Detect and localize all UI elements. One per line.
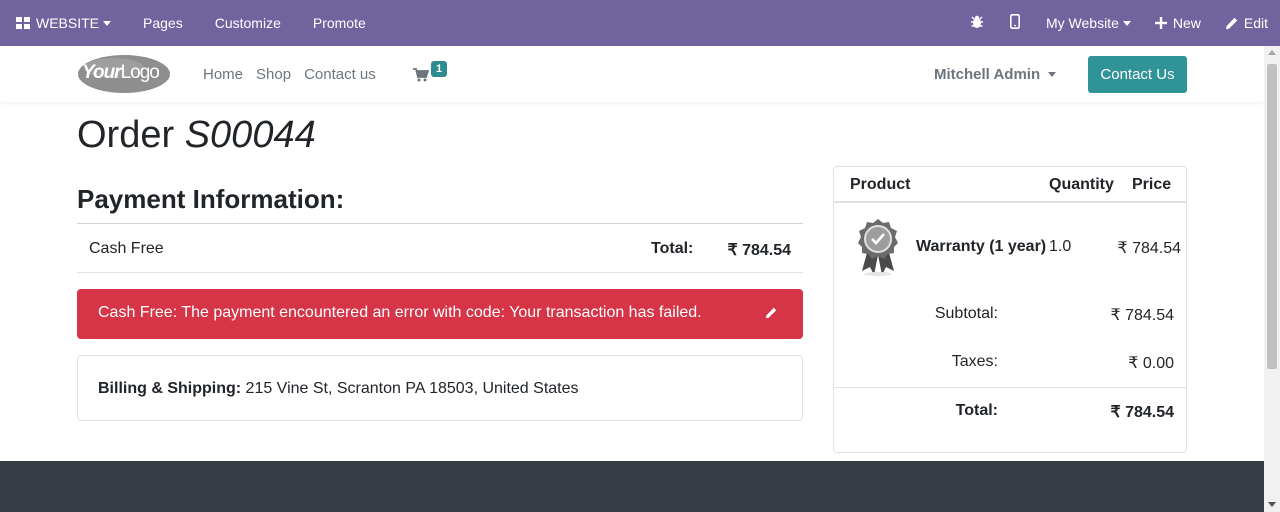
- logo-text-logo: Logo: [120, 62, 160, 83]
- mobile-phone-icon: [1009, 14, 1020, 32]
- chevron-down-icon: [103, 20, 112, 26]
- plus-icon: [1154, 17, 1167, 29]
- pages-label: Pages: [143, 15, 183, 31]
- column-product: Product: [850, 176, 911, 193]
- nav-contact-us[interactable]: Contact us: [304, 66, 376, 83]
- payment-information-heading: Payment Information:: [77, 184, 345, 214]
- contact-us-button[interactable]: Contact Us: [1088, 56, 1187, 93]
- apps-grid-icon: [16, 17, 30, 29]
- user-name: Mitchell Admin: [934, 65, 1041, 83]
- cart-link[interactable]: 1: [413, 61, 453, 90]
- total-row: Total: ₹ 784.54: [834, 396, 1186, 426]
- site-footer: [0, 461, 1264, 512]
- scroll-down-arrow-icon[interactable]: [1268, 502, 1276, 507]
- promote-label: Promote: [312, 15, 366, 31]
- payment-provider: Cash Free: [89, 240, 164, 257]
- page-scrollbar[interactable]: [1264, 46, 1280, 512]
- debug-button[interactable]: [958, 0, 996, 46]
- order-number: S00044: [184, 114, 316, 156]
- page-title: Order S00044: [77, 112, 316, 158]
- subtotal-value: ₹ 784.54: [1110, 307, 1174, 324]
- nav-shop[interactable]: Shop: [256, 66, 291, 83]
- total-value: ₹ 784.54: [1110, 404, 1174, 421]
- subtotal-row: Subtotal: ₹ 784.54: [834, 299, 1186, 329]
- pencil-icon[interactable]: [765, 306, 777, 324]
- total-label: Total:: [955, 402, 998, 419]
- billing-shipping-card: Billing & Shipping: 215 Vine St, Scranto…: [77, 355, 803, 421]
- promote-menu[interactable]: Promote: [297, 0, 382, 46]
- user-menu[interactable]: Mitchell Admin: [934, 46, 1057, 102]
- main-nav: Home Shop Contact us: [203, 46, 389, 102]
- chevron-down-icon: [1122, 20, 1131, 26]
- website-menu-label: WEBSITE: [36, 15, 100, 31]
- bug-icon: [970, 15, 984, 32]
- payment-error-alert: Cash Free: The payment encountered an er…: [77, 289, 803, 339]
- column-price: Price: [1132, 176, 1172, 193]
- website-menu[interactable]: WEBSITE: [0, 0, 127, 46]
- subtotal-label: Subtotal:: [934, 305, 998, 322]
- customize-menu[interactable]: Customize: [199, 0, 297, 46]
- payment-error-message: Cash Free: The payment encountered an er…: [98, 304, 702, 321]
- warranty-badge-icon: [854, 217, 902, 277]
- mobile-preview-button[interactable]: [996, 0, 1034, 46]
- billing-shipping-address: 215 Vine St, Scranton PA 18503, United S…: [241, 380, 579, 397]
- divider: [834, 387, 1186, 388]
- site-header: YourLogo Home Shop Contact us 1 Mitchell…: [0, 46, 1264, 102]
- column-quantity: Quantity: [1049, 176, 1114, 193]
- payment-total-value: ₹ 784.54: [727, 242, 791, 259]
- logo-text-your: Your: [82, 62, 122, 83]
- pencil-icon: [1225, 17, 1238, 30]
- payment-total-label: Total:: [651, 240, 694, 257]
- edit-label: Edit: [1243, 15, 1268, 31]
- new-button[interactable]: New: [1143, 0, 1213, 46]
- billing-shipping-text: Billing & Shipping: 215 Vine St, Scranto…: [98, 380, 579, 398]
- my-website-label: My Website: [1045, 15, 1119, 31]
- taxes-row: Taxes: ₹ 0.00: [834, 347, 1186, 377]
- table-row: Warranty (1 year) 1.0 ₹ 784.54: [834, 205, 1186, 285]
- nav-home[interactable]: Home: [203, 66, 243, 83]
- scroll-up-arrow-icon[interactable]: [1268, 50, 1276, 55]
- product-quantity: 1.0: [1049, 238, 1072, 255]
- cart-count-badge: 1: [431, 61, 448, 77]
- new-label: New: [1172, 15, 1201, 31]
- customize-label: Customize: [214, 15, 281, 31]
- order-title-prefix: Order: [77, 114, 175, 156]
- admin-top-bar: WEBSITE Pages Customize Promote My Websi…: [0, 0, 1280, 46]
- billing-shipping-label: Billing & Shipping:: [98, 380, 242, 397]
- product-name: Warranty (1 year): [916, 238, 1047, 255]
- order-summary-card: Product Quantity Price Warranty (1 year)…: [833, 166, 1187, 453]
- taxes-label: Taxes:: [951, 353, 998, 370]
- product-price: ₹ 784.54: [1117, 240, 1181, 257]
- edit-button[interactable]: Edit: [1213, 0, 1280, 46]
- chevron-down-icon: [1048, 71, 1057, 77]
- shopping-cart-icon: [413, 68, 430, 87]
- pages-menu[interactable]: Pages: [127, 0, 199, 46]
- scrollbar-thumb[interactable]: [1267, 64, 1277, 369]
- taxes-value: ₹ 0.00: [1128, 355, 1174, 372]
- summary-table-header: Product Quantity Price: [834, 167, 1186, 203]
- my-website-menu[interactable]: My Website: [1034, 0, 1143, 46]
- your-logo[interactable]: YourLogo: [76, 54, 172, 94]
- payment-row: Cash Free Total: ₹ 784.54: [77, 224, 803, 273]
